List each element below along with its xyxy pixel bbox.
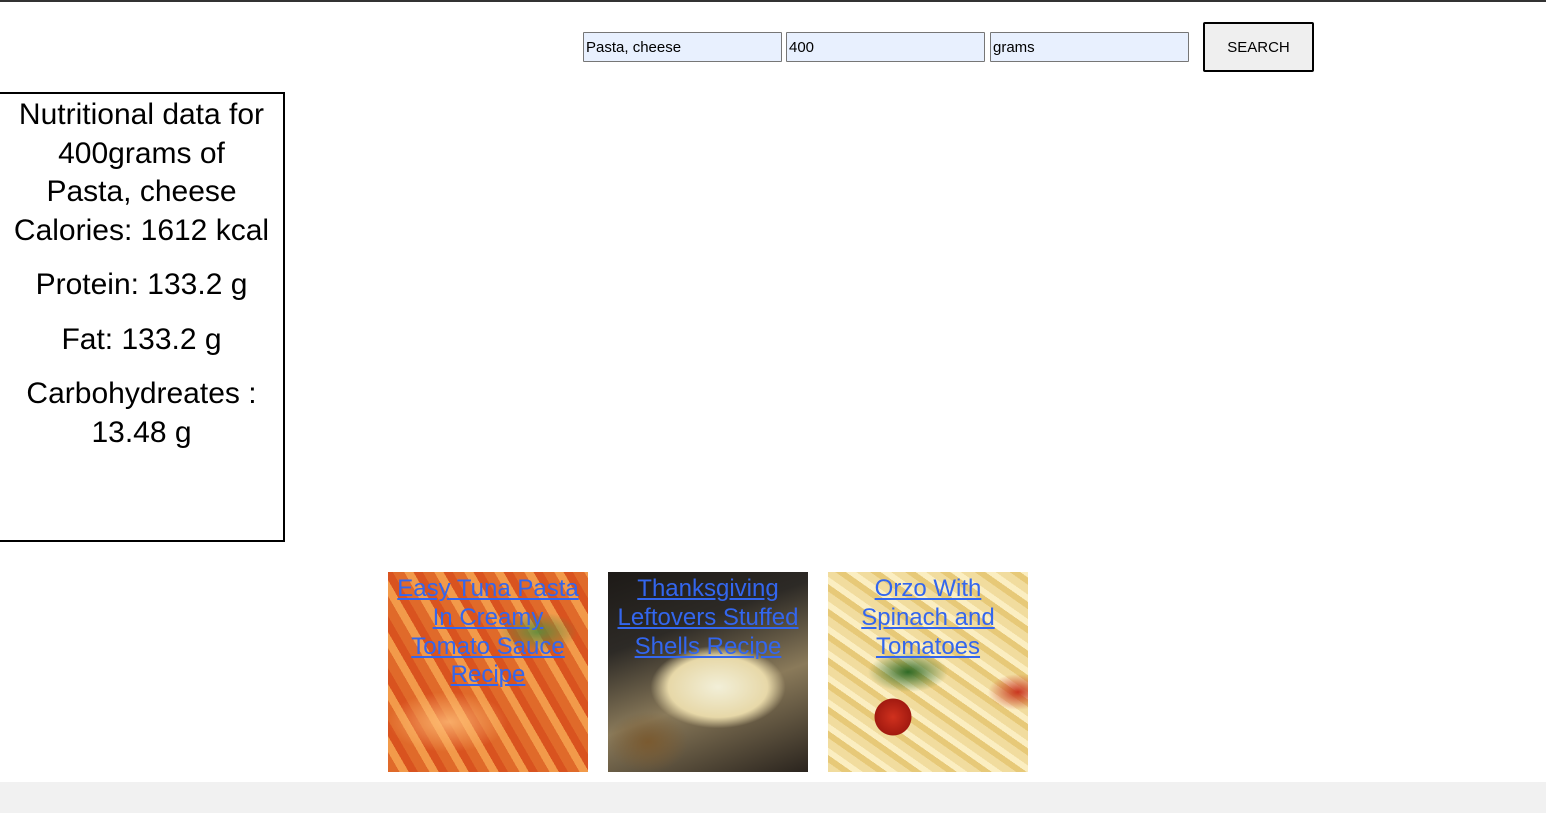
recipe-card[interactable]: Easy Tuna Pasta In Creamy Tomato Sauce R… bbox=[388, 572, 588, 772]
fat-value: Fat: 133.2 g bbox=[61, 322, 222, 356]
nutrition-heading-line-2: 400grams of bbox=[58, 136, 225, 170]
recipe-link[interactable]: Easy Tuna Pasta In Creamy Tomato Sauce R… bbox=[388, 575, 588, 690]
nutrition-heading-line-3: Pasta, cheese bbox=[46, 175, 237, 208]
recipe-link[interactable]: Thanksgiving Leftovers Stuffed Shells Re… bbox=[608, 575, 808, 661]
recipe-card[interactable]: Thanksgiving Leftovers Stuffed Shells Re… bbox=[608, 572, 808, 772]
unit-input[interactable] bbox=[990, 32, 1189, 62]
recipe-card[interactable]: Orzo With Spinach and Tomatoes bbox=[828, 572, 1028, 772]
food-input[interactable] bbox=[583, 32, 782, 62]
protein-value: Protein: 133.2 g bbox=[35, 268, 248, 301]
amount-input[interactable] bbox=[786, 32, 985, 62]
nutrition-heading-line-1: Nutritional data for bbox=[18, 98, 265, 131]
search-button[interactable]: SEARCH bbox=[1203, 22, 1314, 72]
calories-value: Calories: 1612 kcal bbox=[13, 213, 270, 247]
nutrition-panel: Nutritional data for 400grams of Pasta, … bbox=[0, 92, 285, 542]
carbohydrates-value: Carbohydreates : 13.48 g bbox=[26, 377, 257, 449]
footer-bar bbox=[0, 782, 1546, 813]
top-border bbox=[0, 0, 1546, 2]
recipe-link[interactable]: Orzo With Spinach and Tomatoes bbox=[828, 575, 1028, 661]
